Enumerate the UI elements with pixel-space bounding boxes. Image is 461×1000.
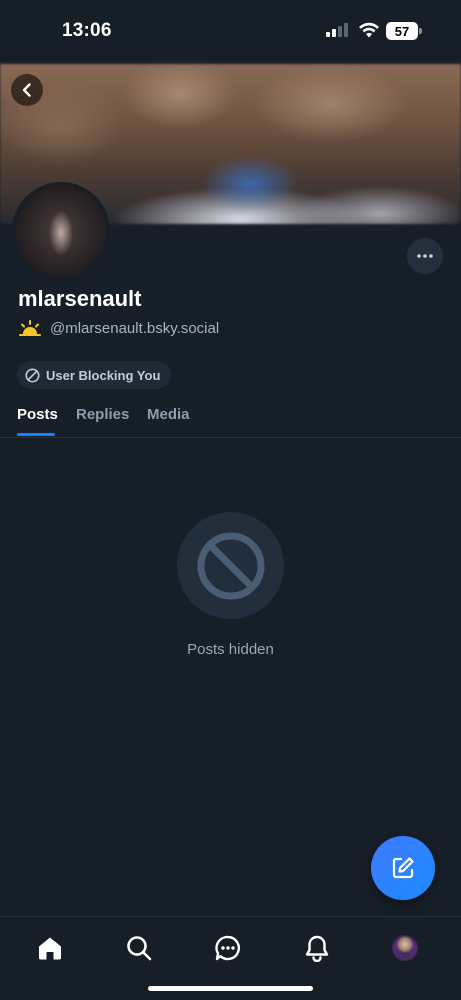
sun-emoji-icon: [19, 320, 41, 336]
home-indicator: [148, 986, 313, 991]
bottom-navigation: [0, 916, 461, 1000]
posts-hidden-message: Posts hidden: [187, 641, 274, 658]
display-name: mlarsenault: [18, 286, 142, 311]
active-tab-indicator: [17, 433, 55, 436]
compose-post-button[interactable]: [371, 836, 435, 900]
profile-avatar[interactable]: [12, 182, 110, 280]
back-button[interactable]: [11, 74, 43, 106]
ellipsis-icon: [417, 254, 433, 258]
compose-icon: [392, 857, 414, 879]
tab-posts[interactable]: Posts: [17, 406, 58, 434]
posts-hidden-icon-container: [177, 512, 284, 619]
cellular-signal-icon: [326, 23, 348, 37]
nav-search[interactable]: [124, 933, 154, 963]
tab-media[interactable]: Media: [147, 406, 190, 434]
battery-icon: 57: [386, 22, 422, 40]
block-badge-label: User Blocking You: [46, 367, 161, 383]
battery-level: 57: [386, 22, 418, 40]
nav-home[interactable]: [35, 933, 65, 963]
status-bar: 13:06 57: [0, 0, 461, 64]
search-icon: [127, 936, 152, 961]
bell-icon: [305, 935, 329, 962]
handle-row: @mlarsenault.bsky.social: [18, 318, 219, 338]
user-blocking-badge[interactable]: User Blocking You: [17, 361, 172, 389]
nav-profile[interactable]: [390, 933, 420, 963]
more-options-button[interactable]: [407, 238, 443, 274]
profile-tabs: Posts Replies Media: [0, 398, 461, 438]
profile-handle: @mlarsenault.bsky.social: [50, 319, 220, 337]
wifi-icon: [359, 22, 379, 38]
nav-notifications[interactable]: [302, 933, 332, 963]
home-icon: [39, 937, 61, 960]
profile-avatar-small: [392, 935, 418, 961]
block-icon: [25, 368, 40, 382]
tab-replies[interactable]: Replies: [76, 406, 129, 434]
nav-chat[interactable]: [213, 933, 243, 963]
no-entry-icon: [197, 532, 264, 599]
chat-icon: [215, 935, 240, 961]
status-time: 13:06: [62, 20, 112, 41]
chevron-left-icon: [22, 83, 31, 97]
